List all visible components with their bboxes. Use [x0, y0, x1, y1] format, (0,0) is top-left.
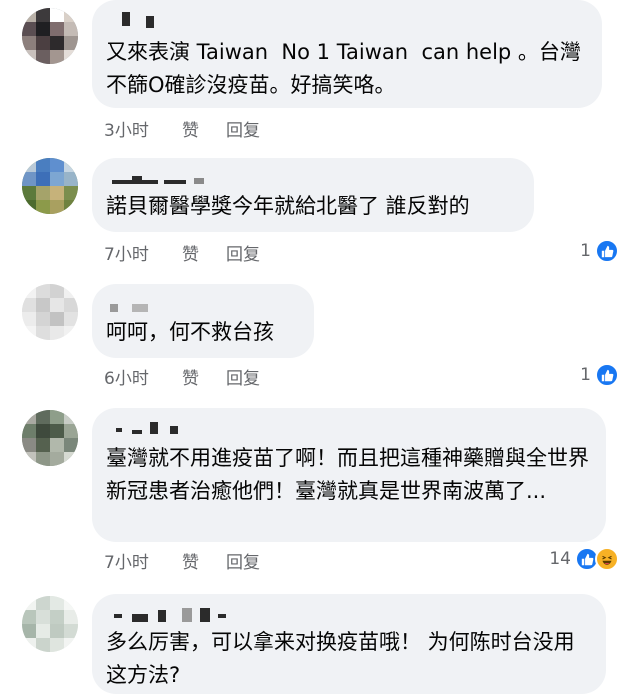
- reaction-summary[interactable]: 14: [549, 546, 619, 572]
- avatar[interactable]: [22, 410, 78, 466]
- avatar[interactable]: [22, 596, 78, 652]
- comment-text: 多么厉害，可以拿来对换疫苗哦！ 为何陈时台没用这方法?: [106, 630, 575, 687]
- timestamp[interactable]: 3小时: [104, 116, 149, 141]
- timestamp[interactable]: 7小时: [104, 548, 149, 573]
- like-button[interactable]: 赞: [182, 240, 199, 265]
- laughing-face-icon: [595, 547, 619, 571]
- comment-bubble: 臺灣就不用進疫苗了啊！而且把這種神藥贈與全世界新冠患者治癒他們！臺灣就真是世界南…: [92, 408, 606, 542]
- avatar[interactable]: [22, 8, 78, 64]
- reply-button[interactable]: 回复: [226, 116, 260, 141]
- comment-text: 臺灣就不用進疫苗了啊！而且把這種神藥贈與全世界新冠患者治癒他們！臺灣就真是世界南…: [106, 446, 589, 503]
- comment-text: 又來表演 Taiwan No 1 Taiwan can help 。台灣不篩O確…: [106, 40, 581, 97]
- comment-bubble: 多么厉害，可以拿来对换疫苗哦！ 为何陈时台没用这方法?: [92, 594, 606, 694]
- avatar[interactable]: [22, 284, 78, 340]
- reply-button[interactable]: 回复: [226, 240, 260, 265]
- reaction-summary[interactable]: 1: [580, 238, 619, 264]
- timestamp[interactable]: 6小时: [104, 364, 149, 389]
- like-button[interactable]: 赞: [182, 364, 199, 389]
- comment-bubble: 又來表演 Taiwan No 1 Taiwan can help 。台灣不篩O確…: [92, 0, 602, 108]
- timestamp[interactable]: 7小时: [104, 240, 149, 265]
- thumbs-up-icon: [595, 239, 619, 263]
- comment-text: 諾貝爾醫學獎今年就給北醫了 誰反對的: [106, 194, 470, 218]
- comment-bubble: 呵呵，何不救台孩: [92, 284, 314, 358]
- reaction-summary[interactable]: 1: [580, 362, 619, 388]
- reply-button[interactable]: 回复: [226, 548, 260, 573]
- comment-bubble: 諾貝爾醫學獎今年就給北醫了 誰反對的: [92, 158, 534, 232]
- comment-text: 呵呵，何不救台孩: [106, 320, 274, 344]
- thumbs-up-icon: [595, 363, 619, 387]
- avatar[interactable]: [22, 158, 78, 214]
- like-button[interactable]: 赞: [182, 548, 199, 573]
- reply-button[interactable]: 回复: [226, 364, 260, 389]
- reaction-count: 14: [549, 549, 571, 569]
- reaction-count: 1: [580, 365, 591, 385]
- reaction-count: 1: [580, 241, 591, 261]
- like-button[interactable]: 赞: [182, 116, 199, 141]
